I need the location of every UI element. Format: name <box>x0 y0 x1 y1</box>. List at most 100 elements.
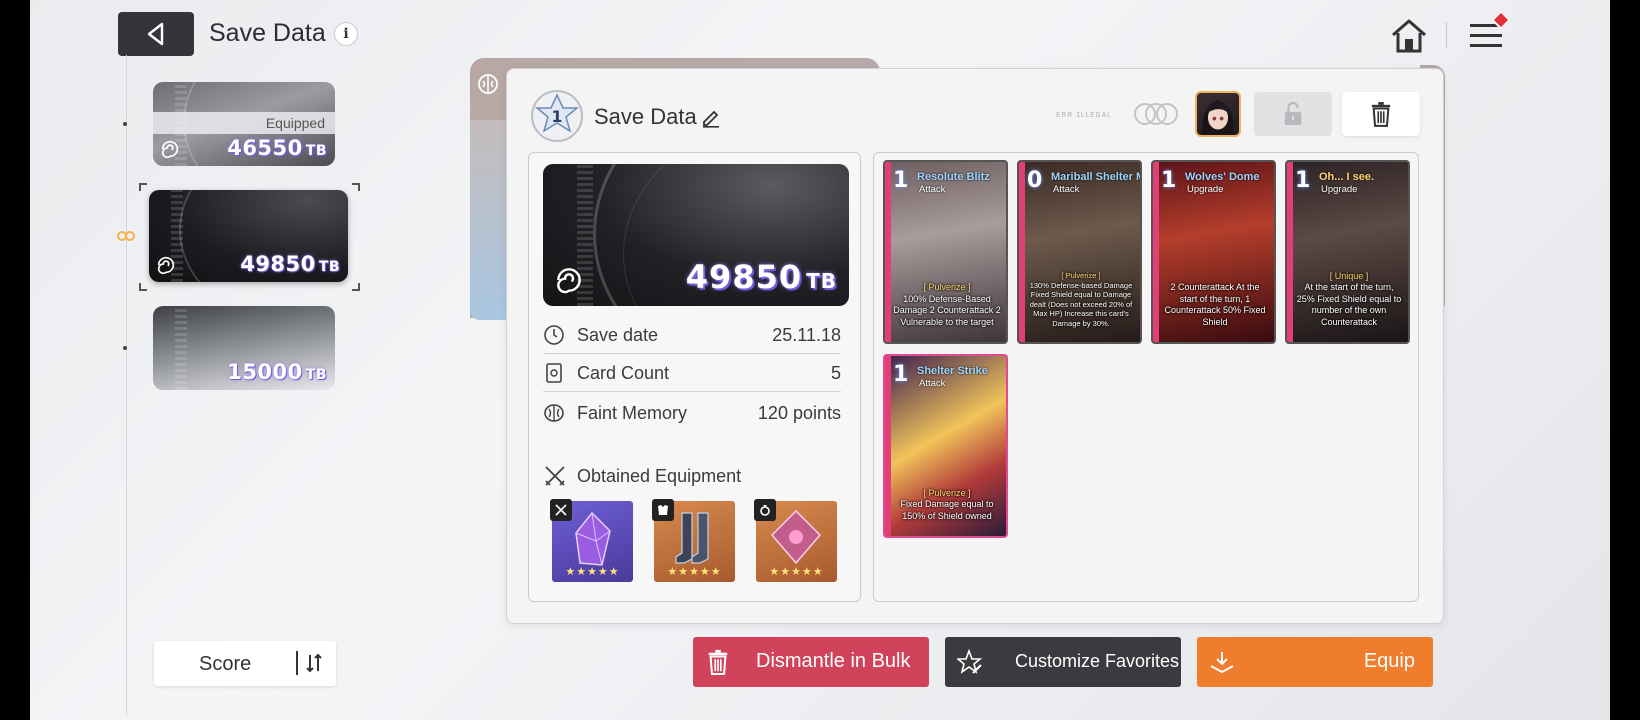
selection-bracket <box>352 183 360 191</box>
rail-dot <box>123 346 127 350</box>
card-tag: [ Pulverize ] <box>923 282 971 292</box>
crossed-swords-icon <box>545 466 565 486</box>
stat-label: Save date <box>577 325 659 345</box>
armor-type-icon <box>652 499 674 521</box>
card-type: Attack <box>919 378 946 389</box>
card-icon <box>546 363 562 383</box>
customize-favorites-button[interactable]: Customize Favorites <box>945 637 1181 687</box>
save-value: 49850 TB <box>686 258 837 296</box>
info-icon[interactable]: i <box>334 22 358 46</box>
save-slot-3[interactable]: 15000 TB <box>153 306 335 390</box>
card-rarity-bar <box>1153 162 1159 342</box>
card-description: [ Pulverize ] 130% Defense-based Damage F… <box>1027 271 1135 328</box>
card-description: [ Pulverize ] 100% Defense-Based Damage 2… <box>893 282 1001 328</box>
stat-label: Card Count <box>577 363 670 383</box>
slot-value: 15000 TB <box>227 360 327 384</box>
stat-value: 25.11.18 <box>772 325 841 345</box>
header-divider <box>1446 22 1447 48</box>
stat-row-save-date: Save date 25.11.18 <box>543 316 841 354</box>
card-cost: 1 <box>1161 168 1177 193</box>
page-title: Save Data <box>209 19 326 47</box>
level-badge-icon: 1 <box>531 90 583 142</box>
trash-icon <box>708 649 728 675</box>
save-name: Save Data <box>594 104 697 129</box>
equipment-slot-weapon[interactable]: ★★★★★ <box>550 499 633 582</box>
slot-value-number: 49850 <box>240 252 316 276</box>
card-desc-text: 100% Defense-Based Damage 2 Counterattac… <box>893 293 1001 327</box>
card-desc-text: At the start of the turn, 25% Fixed Shie… <box>1296 282 1402 327</box>
stat-row-card-count: Card Count 5 <box>543 354 841 392</box>
edit-pencil-icon[interactable] <box>700 106 722 128</box>
left-letterbox <box>0 0 30 720</box>
faint-label: ᴇʀʀ ɪʟʟᴇɢᴀʟ <box>1056 109 1112 119</box>
battle-card[interactable]: 0 Mariball Shelter MK.II Attack [ Pulver… <box>1017 160 1142 344</box>
rarity-stars: ★★★★★ <box>565 566 620 578</box>
stat-row-faint-memory: Faint Memory 120 points <box>543 394 841 432</box>
equipment-slot-armor[interactable]: ★★★★★ <box>652 499 735 582</box>
slot-value-unit: TB <box>318 259 340 275</box>
stat-value: 5 <box>830 363 841 383</box>
selection-bracket <box>139 183 147 191</box>
card-description: [ Pulverize ] Fixed Damage equal to 150% … <box>893 488 1001 523</box>
card-name: Resolute Blitz <box>917 171 990 183</box>
battle-card[interactable]: 1 Oh... I see. Upgrade [ Unique ] At the … <box>1285 160 1410 344</box>
delete-button[interactable] <box>1342 92 1420 136</box>
swirl-icon <box>157 256 175 275</box>
rail-line <box>126 55 127 715</box>
lock-button[interactable] <box>1254 92 1332 136</box>
star-edit-icon <box>957 649 983 674</box>
card-type: Upgrade <box>1187 184 1224 195</box>
slot-value: 46550 TB <box>227 136 327 160</box>
card-description: 2 Counterattack At the start of the turn… <box>1161 282 1269 328</box>
save-slot-2[interactable]: 49850 TB <box>149 190 348 282</box>
save-slot-1[interactable]: Equipped 46550 TB <box>153 82 335 166</box>
card-name: Wolves' Dome <box>1185 171 1260 183</box>
equipment-slot-ring[interactable]: ★★★★★ <box>754 499 837 582</box>
dismantle-label: Dismantle in Bulk <box>756 650 911 672</box>
rail-dot <box>123 122 127 126</box>
card-rarity-bar <box>885 356 891 536</box>
card-rarity-bar <box>885 162 891 342</box>
sort-label: Score <box>199 653 252 675</box>
card-name: Mariball Shelter MK.II <box>1051 171 1140 183</box>
battle-card[interactable]: 1 Shelter Strike Attack [ Pulverize ] Fix… <box>883 354 1008 538</box>
dismantle-in-bulk-button[interactable]: Dismantle in Bulk <box>693 637 929 687</box>
card-cost: 0 <box>1027 168 1043 193</box>
save-value-number: 49850 <box>685 258 803 296</box>
swirl-icon <box>161 140 179 159</box>
battle-card[interactable]: 1 Resolute Blitz Attack [ Pulverize ] 100… <box>883 160 1008 344</box>
equip-label: Equip <box>1363 650 1415 672</box>
character-portrait-button[interactable] <box>1195 91 1241 137</box>
card-rarity-bar <box>1287 162 1293 342</box>
slot-value: 49850 TB <box>240 252 340 276</box>
selection-bracket <box>139 283 147 291</box>
card-type: Attack <box>919 184 946 195</box>
favorites-label: Customize Favorites <box>1015 651 1180 671</box>
battle-card[interactable]: 1 Wolves' Dome Upgrade 2 Counterattack A… <box>1151 160 1276 344</box>
back-arrow-icon <box>147 22 164 46</box>
rarity-stars: ★★★★★ <box>667 566 722 578</box>
card-rarity-bar <box>1019 162 1025 342</box>
card-desc-text: 2 Counterattack At the start of the turn… <box>1164 282 1266 327</box>
equipment-label: Obtained Equipment <box>577 466 742 486</box>
card-type: Upgrade <box>1321 184 1358 195</box>
rarity-stars: ★★★★★ <box>769 566 824 578</box>
card-name: Oh... I see. <box>1319 171 1375 183</box>
card-tag: [ Pulverize ] <box>923 487 971 498</box>
equip-download-icon <box>1210 652 1234 674</box>
trash-icon <box>1371 102 1391 127</box>
sort-button[interactable]: Score <box>154 641 336 686</box>
sort-arrows-icon <box>306 653 322 673</box>
home-icon[interactable] <box>1389 16 1429 56</box>
card-stripe <box>175 306 187 390</box>
swirl-icon <box>557 268 581 294</box>
clock-icon <box>544 325 564 345</box>
equipped-label: Equipped <box>153 112 335 134</box>
save-card-preview: 49850 TB <box>543 164 849 306</box>
sort-order-icon[interactable] <box>296 651 324 675</box>
right-letterbox <box>1610 0 1640 720</box>
back-button[interactable] <box>118 12 194 56</box>
equip-button[interactable]: Equip <box>1197 637 1433 687</box>
unlock-icon <box>1284 101 1302 125</box>
weapon-type-icon <box>550 499 572 521</box>
